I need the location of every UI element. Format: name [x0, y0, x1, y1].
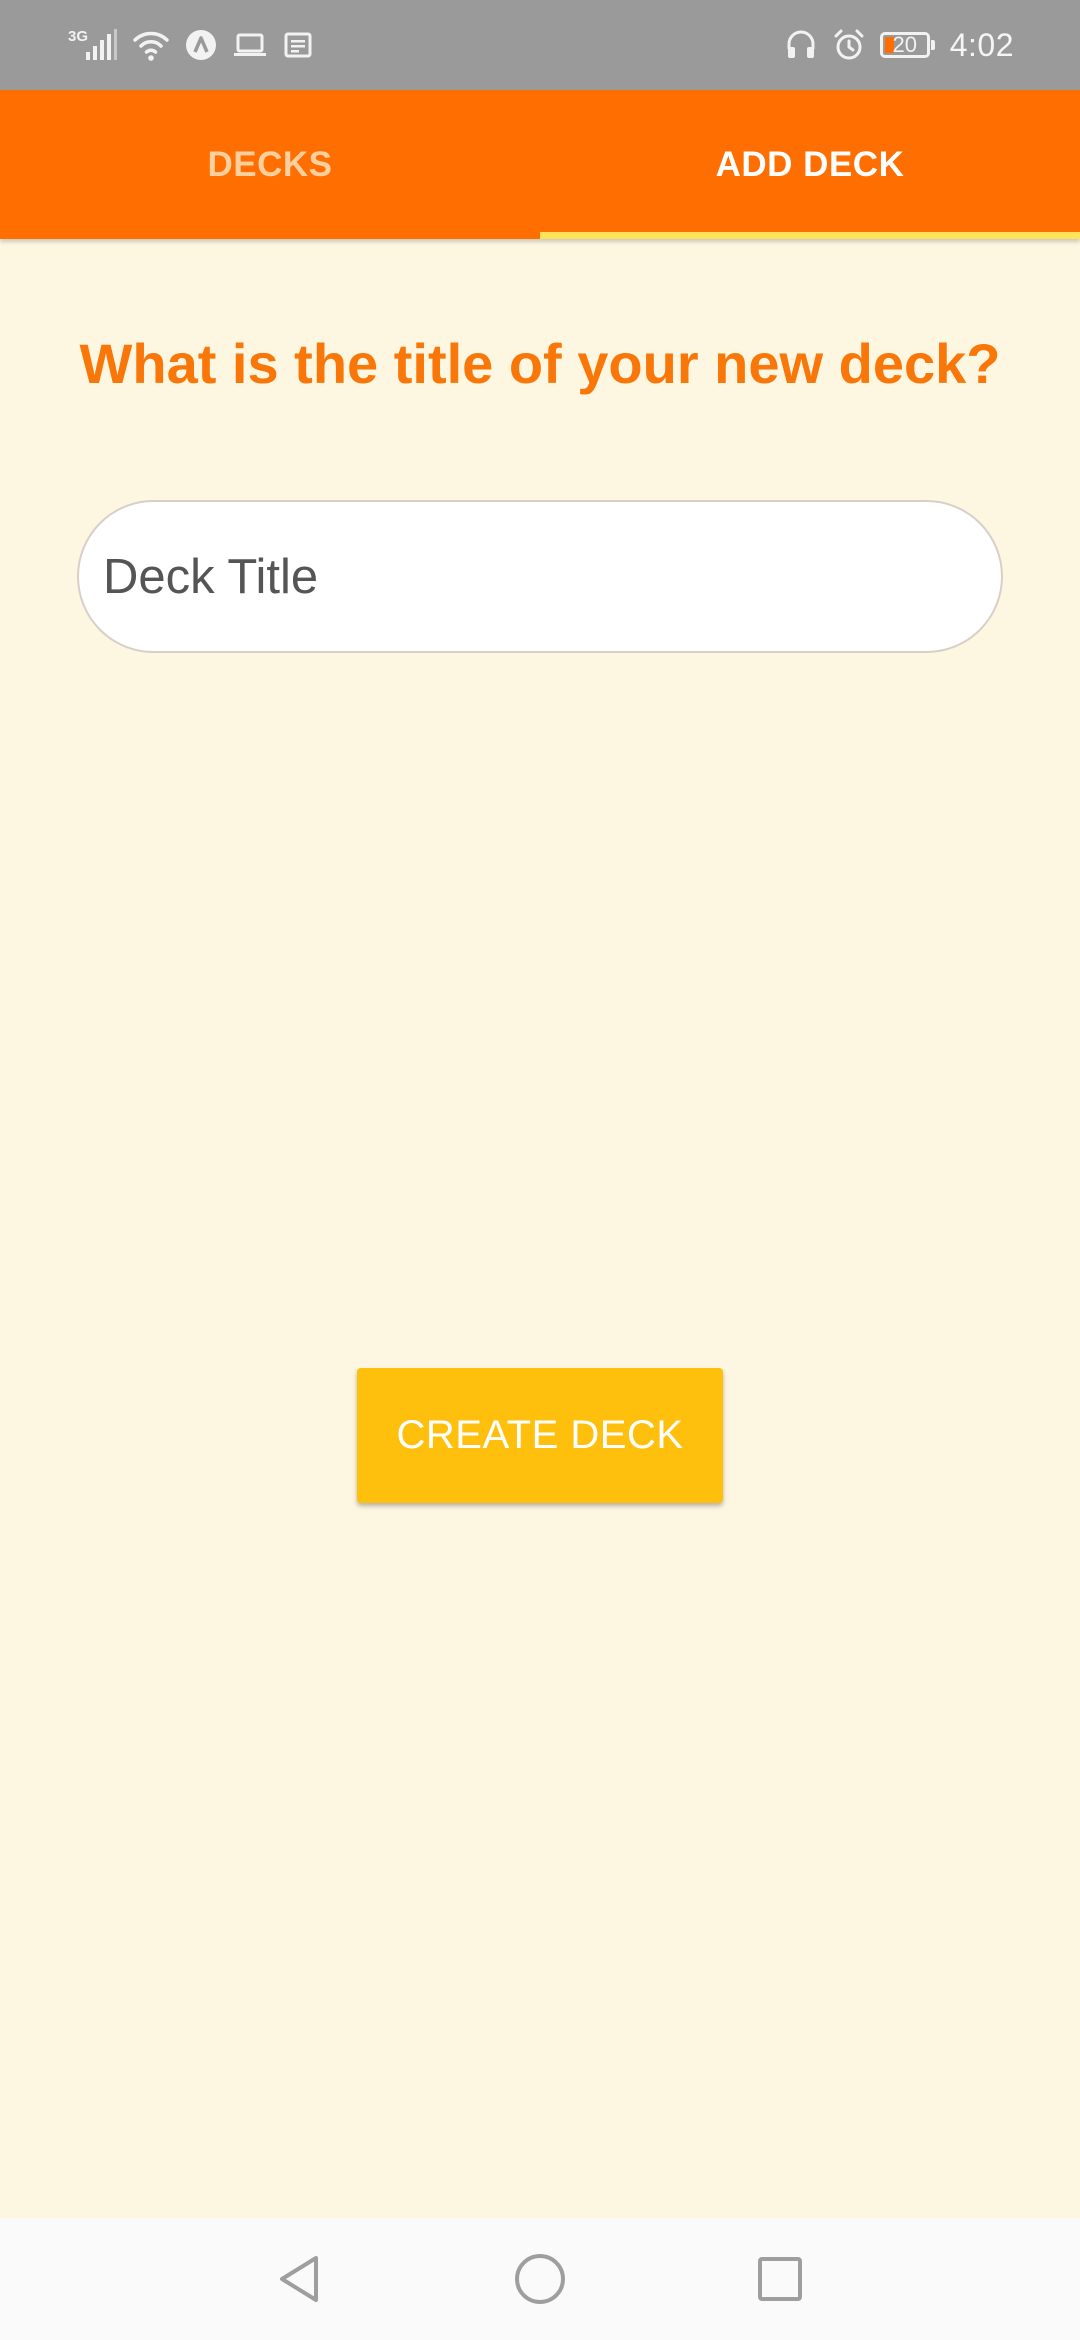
- signal-icon: 3G: [68, 28, 118, 62]
- home-icon: [515, 2254, 565, 2304]
- deck-title-question: What is the title of your new deck?: [79, 332, 1001, 395]
- back-icon: [280, 2256, 318, 2302]
- tab-add-deck[interactable]: ADD DECK: [540, 90, 1080, 239]
- status-left-icons: 3G: [68, 22, 314, 68]
- notes-icon: [282, 30, 314, 60]
- tab-bar: DECKS ADD DECK: [0, 90, 1080, 239]
- app-a-icon: [184, 28, 218, 62]
- recents-icon: [758, 2257, 802, 2301]
- system-nav-bar: [0, 2218, 1080, 2340]
- wifi-icon: [132, 28, 170, 62]
- create-deck-button[interactable]: CREATE DECK: [357, 1368, 723, 1503]
- tab-add-deck-label: ADD DECK: [715, 144, 905, 184]
- tab-decks-label: DECKS: [207, 144, 333, 184]
- add-deck-screen: 3G 20 4:02 DECKS ADD DECK What is the ti…: [0, 0, 1080, 2340]
- status-bar: 3G 20 4:02: [0, 0, 1080, 90]
- tab-decks[interactable]: DECKS: [0, 90, 540, 239]
- headset-icon: [784, 28, 818, 62]
- battery-level: 20: [892, 32, 917, 57]
- deck-title-input[interactable]: [77, 500, 1003, 653]
- home-button[interactable]: [480, 2218, 600, 2340]
- back-button[interactable]: [240, 2218, 360, 2340]
- laptop-icon: [232, 30, 268, 60]
- status-clock: 4:02: [949, 26, 1014, 63]
- active-tab-indicator: [540, 232, 1080, 239]
- recents-button[interactable]: [720, 2218, 840, 2340]
- battery-icon: 20: [879, 32, 935, 58]
- status-right-icons: 20 4:02: [784, 22, 1014, 68]
- alarm-icon: [832, 28, 866, 62]
